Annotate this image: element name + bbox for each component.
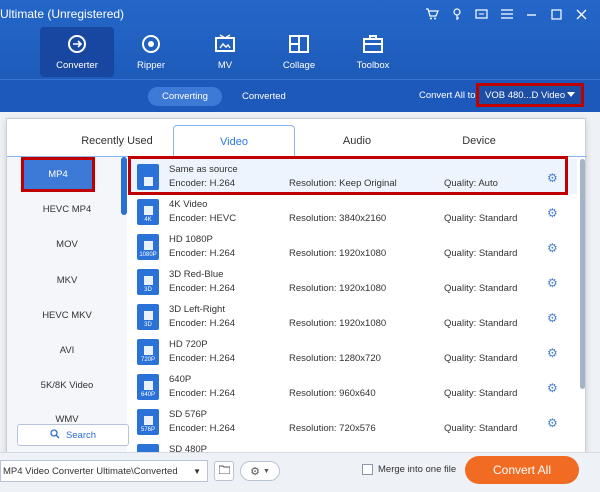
- tab-device[interactable]: Device: [431, 125, 527, 157]
- format-avi[interactable]: AVI: [7, 333, 127, 368]
- window-controls: [419, 4, 594, 24]
- ripper-icon: [140, 33, 162, 55]
- format-search[interactable]: Search: [17, 424, 129, 446]
- preset-list-scrollbar[interactable]: [580, 159, 585, 389]
- mv-icon: [214, 33, 236, 55]
- preset-row[interactable]: 1080P HD 1080P Encoder: H.264 Resolution…: [128, 229, 577, 264]
- toolbox-icon: [362, 33, 384, 55]
- convert-all-button[interactable]: Convert All: [465, 456, 579, 484]
- gear-icon[interactable]: ⚙: [547, 312, 559, 324]
- main-nav: Converter Ripper MV Collage Toolbox: [40, 27, 410, 77]
- gear-icon[interactable]: ⚙: [547, 347, 559, 359]
- merge-checkbox[interactable]: [362, 464, 373, 475]
- format-mkv[interactable]: MKV: [7, 263, 127, 298]
- selected-preset-highlight: [128, 156, 568, 195]
- format-hevc-mkv[interactable]: HEVC MKV: [7, 298, 127, 333]
- sd-576p-icon: 576P: [137, 409, 159, 435]
- format-list: MP4 HEVC MP4 MOV MKV HEVC MKV AVI 5K/8K …: [7, 157, 127, 459]
- 3d-left-right-icon: 3D: [137, 304, 159, 330]
- gear-icon: ⚙: [250, 465, 260, 478]
- cart-icon[interactable]: [419, 4, 444, 24]
- folder-icon: [218, 465, 230, 477]
- converting-toggle: Converting Converted: [148, 87, 300, 106]
- nav-collage[interactable]: Collage: [262, 27, 336, 77]
- tab-converted[interactable]: Converted: [228, 87, 300, 106]
- tab-converting[interactable]: Converting: [148, 87, 222, 106]
- key-icon[interactable]: [444, 4, 469, 24]
- minimize-icon[interactable]: [519, 4, 544, 24]
- merge-option[interactable]: Merge into one file: [362, 464, 456, 475]
- save-path-select[interactable]: MP4 Video Converter Ultimate\Converted ▼: [0, 460, 208, 482]
- gear-icon[interactable]: ⚙: [547, 242, 559, 254]
- preset-row[interactable]: 4K 4K Video Encoder: HEVC Resolution: 38…: [128, 194, 577, 229]
- nav-toolbox[interactable]: Toolbox: [336, 27, 410, 77]
- format-mov[interactable]: MOV: [7, 227, 127, 262]
- preset-list: Same as source Encoder: H.264 Resolution…: [128, 157, 577, 459]
- open-folder-button[interactable]: [214, 461, 234, 481]
- search-icon: [50, 428, 60, 442]
- format-mp4[interactable]: MP4: [21, 157, 95, 192]
- nav-converter[interactable]: Converter: [40, 27, 114, 77]
- nav-ripper[interactable]: Ripper: [114, 27, 188, 77]
- gear-icon[interactable]: ⚙: [547, 382, 559, 394]
- preset-row[interactable]: 720P HD 720P Encoder: H.264 Resolution: …: [128, 334, 577, 369]
- tab-audio[interactable]: Audio: [309, 125, 405, 157]
- output-settings-button[interactable]: ⚙ ▼: [240, 461, 280, 481]
- window-title: Ultimate (Unregistered): [0, 7, 125, 21]
- hd-1080p-icon: 1080P: [137, 234, 159, 260]
- save-path-value: MP4 Video Converter Ultimate\Converted: [3, 465, 178, 477]
- bottom-bar: MP4 Video Converter Ultimate\Converted ▼…: [0, 452, 600, 492]
- tab-video[interactable]: Video: [173, 125, 295, 158]
- menu-icon[interactable]: [494, 4, 519, 24]
- converter-icon: [66, 33, 88, 55]
- chevron-down-icon: ▼: [262, 467, 270, 475]
- collage-icon: [288, 33, 310, 55]
- dropdown-caret-icon: [567, 90, 575, 101]
- format-tabs: Recently Used Video Audio Device: [7, 125, 587, 158]
- maximize-icon[interactable]: [544, 4, 569, 24]
- format-5k8k-video[interactable]: 5K/8K Video: [7, 368, 127, 403]
- 3d-red-blue-icon: 3D: [137, 269, 159, 295]
- hd-720p-icon: 720P: [137, 339, 159, 365]
- gear-icon[interactable]: ⚙: [547, 277, 559, 289]
- nav-mv[interactable]: MV: [188, 27, 262, 77]
- preset-row[interactable]: 576P SD 576P Encoder: H.264 Resolution: …: [128, 404, 577, 439]
- close-icon[interactable]: [569, 4, 594, 24]
- chevron-down-icon: ▼: [193, 466, 201, 476]
- preset-row[interactable]: 3D 3D Red-Blue Encoder: H.264 Resolution…: [128, 264, 577, 299]
- preset-row[interactable]: 3D 3D Left-Right Encoder: H.264 Resoluti…: [128, 299, 577, 334]
- format-list-scrollbar[interactable]: [121, 157, 127, 215]
- tab-recently-used[interactable]: Recently Used: [69, 125, 165, 157]
- merge-label: Merge into one file: [378, 464, 457, 475]
- output-format-value: VOB 480...D Video: [485, 89, 566, 101]
- feedback-icon[interactable]: [469, 4, 494, 24]
- 640p-icon: 640P: [137, 374, 159, 400]
- gear-icon[interactable]: ⚙: [547, 417, 559, 429]
- format-hevc-mp4[interactable]: HEVC MP4: [7, 192, 127, 227]
- format-wmv[interactable]: WMV: [7, 403, 127, 425]
- search-label: Search: [65, 429, 97, 441]
- preset-row[interactable]: 640P 640P Encoder: H.264 Resolution: 960…: [128, 369, 577, 404]
- gear-icon[interactable]: ⚙: [547, 207, 559, 219]
- output-format-select[interactable]: VOB 480...D Video: [476, 83, 584, 107]
- 4k-video-icon: 4K: [137, 199, 159, 225]
- convert-all-to-label: Convert All to: [419, 90, 476, 101]
